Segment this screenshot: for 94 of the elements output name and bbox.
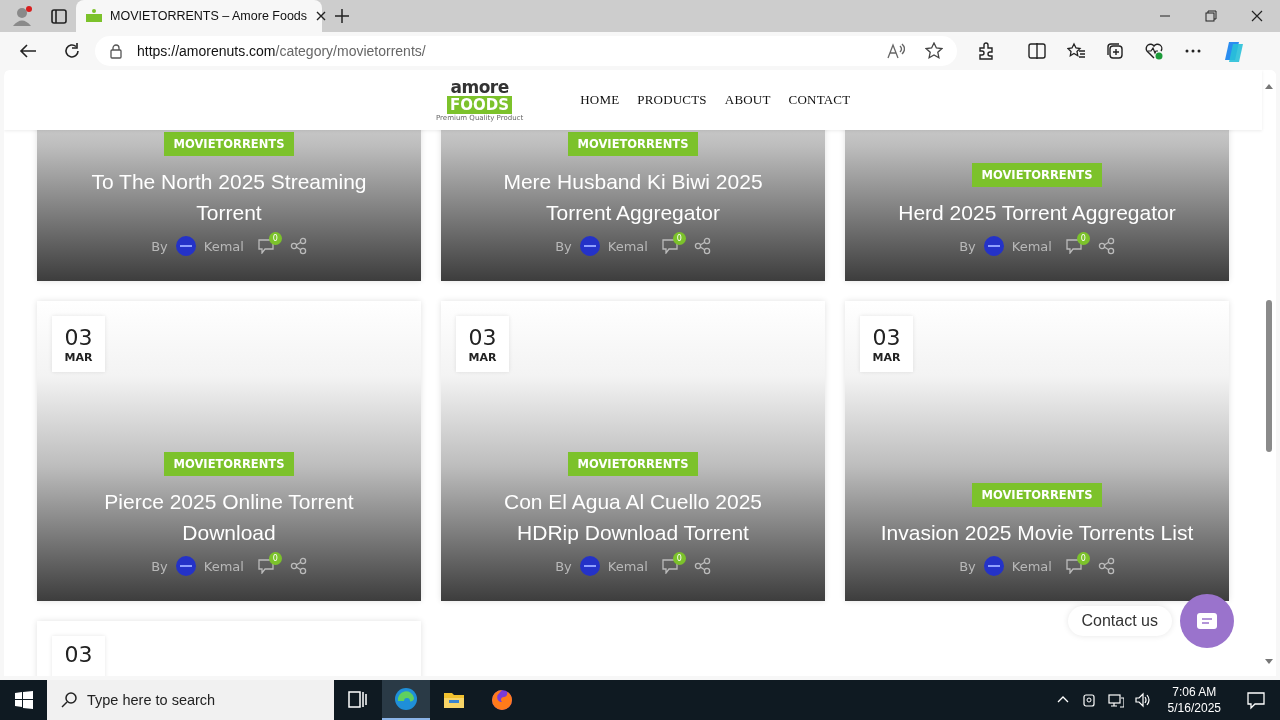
avatar-icon (579, 236, 600, 256)
tab-actions-icon[interactable] (50, 7, 68, 25)
author-name[interactable]: Kemal (203, 238, 244, 254)
star-icon[interactable] (925, 42, 943, 60)
comment-icon[interactable] (1065, 558, 1082, 574)
share-icon[interactable] (1097, 237, 1115, 255)
author-name[interactable]: Kemal (1011, 238, 1052, 254)
notification-icon[interactable] (1246, 690, 1266, 710)
author-name[interactable]: Kemal (607, 558, 648, 574)
author-name[interactable]: Kemal (203, 558, 244, 574)
post-title[interactable]: To The North 2025 Streaming Torrent (67, 166, 391, 228)
reload-icon[interactable] (63, 42, 81, 60)
share-icon[interactable] (289, 237, 307, 255)
author-name[interactable]: Kemal (1011, 558, 1052, 574)
new-tab-icon[interactable] (334, 8, 350, 24)
avatar-icon (983, 556, 1004, 576)
avatar-icon (175, 556, 196, 576)
copilot-icon[interactable] (1223, 40, 1245, 62)
post-title[interactable]: Herd 2025 Torrent Aggregator (898, 197, 1176, 228)
category-tag[interactable]: MOVIETORRENTS (567, 452, 699, 476)
search-field[interactable]: Type here to search (47, 680, 334, 720)
date-day: 03 (468, 324, 497, 351)
favorites-icon[interactable] (1067, 42, 1085, 60)
category-tag[interactable]: MOVIETORRENTS (163, 132, 295, 156)
post-title[interactable]: Invasion 2025 Movie Torrents List (880, 517, 1194, 548)
search-placeholder: Type here to search (87, 692, 216, 708)
firefox-icon[interactable] (490, 688, 514, 712)
post-title[interactable]: Pierce 2025 Online Torrent Download (67, 486, 391, 548)
date-month: MAR (64, 350, 93, 364)
comment-icon[interactable] (257, 238, 274, 254)
byline-label: By (151, 238, 168, 254)
volume-icon[interactable] (1134, 692, 1151, 708)
comment-icon[interactable] (661, 558, 678, 574)
chat-button[interactable] (1180, 594, 1234, 648)
date-day: 03 (872, 324, 901, 351)
post-title[interactable]: Mere Husband Ki Biwi 2025 Torrent Aggregator (471, 166, 795, 228)
avatar-icon (983, 236, 1004, 256)
clock[interactable]: 7:06 AM 5/16/2025 (1167, 684, 1221, 716)
share-icon[interactable] (1097, 557, 1115, 575)
comment-icon[interactable] (1065, 238, 1082, 254)
collections-icon[interactable] (1106, 42, 1124, 60)
byline-label: By (555, 238, 572, 254)
scroll-thumb[interactable] (1266, 300, 1272, 452)
chat-icon (1196, 612, 1218, 630)
heart-pulse-icon[interactable] (1145, 42, 1163, 60)
share-icon[interactable] (693, 557, 711, 575)
share-icon[interactable] (289, 557, 307, 575)
site-favicon (86, 8, 102, 24)
split-screen-icon[interactable] (1028, 42, 1046, 60)
byline-label: By (959, 238, 976, 254)
windows-icon[interactable] (15, 691, 33, 709)
category-tag[interactable]: MOVIETORRENTS (567, 132, 699, 156)
scroll-up-icon[interactable] (1264, 82, 1274, 90)
edge-icon (394, 687, 418, 711)
read-aloud-icon[interactable] (887, 42, 905, 60)
date-day: 03 (64, 642, 93, 668)
comment-icon[interactable] (257, 558, 274, 574)
byline-label: By (151, 558, 168, 574)
address-bar[interactable]: https://amorenuts.com/category/movietorrents/ (95, 36, 957, 66)
puzzle-icon[interactable] (977, 42, 995, 60)
camera-icon[interactable] (1080, 692, 1097, 708)
profile-icon[interactable] (12, 6, 32, 26)
share-icon[interactable] (693, 237, 711, 255)
restore-icon[interactable] (1205, 10, 1217, 22)
comment-icon[interactable] (661, 238, 678, 254)
url-text: https://amorenuts.com/category/movietorrents/ (137, 43, 426, 59)
date-day: 03 (64, 324, 93, 351)
avatar-icon (175, 236, 196, 256)
nav-link[interactable]: CONTACT (788, 92, 851, 108)
contact-label[interactable]: Contact us (1067, 606, 1172, 636)
network-icon[interactable] (1107, 692, 1124, 708)
scroll-down-icon[interactable] (1264, 658, 1274, 666)
clock-date: 5/16/2025 (1167, 700, 1221, 716)
date-month: MAR (872, 350, 901, 364)
nav-link[interactable]: ABOUT (724, 92, 771, 108)
lock-icon (109, 43, 123, 59)
byline-label: By (555, 558, 572, 574)
avatar-icon (579, 556, 600, 576)
close-icon[interactable] (315, 10, 328, 22)
nav-link[interactable]: HOME (580, 92, 620, 108)
post-title[interactable]: Con El Agua Al Cuello 2025 HDRip Download Torrent (471, 486, 795, 548)
back-icon[interactable] (19, 42, 37, 60)
byline-label: By (959, 558, 976, 574)
close-icon[interactable] (1251, 10, 1263, 22)
category-tag[interactable]: MOVIETORRENTS (163, 452, 295, 476)
category-tag[interactable]: MOVIETORRENTS (971, 163, 1103, 187)
category-tag[interactable]: MOVIETORRENTS (971, 483, 1103, 507)
clock-time: 7:06 AM (1172, 684, 1217, 700)
tab-title: MOVIETORRENTS – Amore Foods (110, 9, 308, 23)
taskbar-app[interactable] (382, 680, 430, 720)
author-name[interactable]: Kemal (607, 238, 648, 254)
nav-link[interactable]: PRODUCTS (637, 92, 707, 108)
search-icon (61, 692, 77, 708)
date-month: MAR (468, 350, 497, 364)
